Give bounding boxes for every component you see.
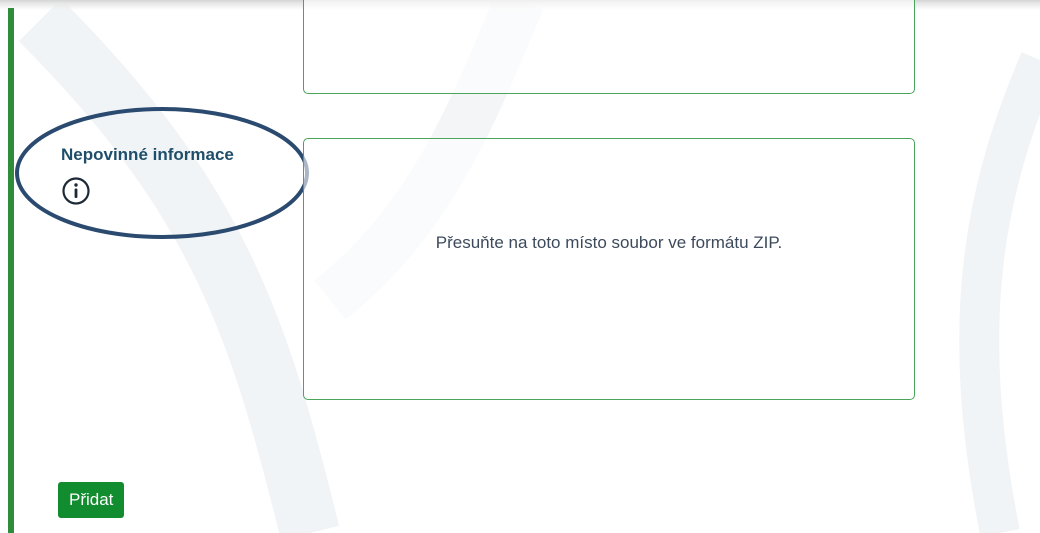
file-dropzone-previous[interactable] [303, 0, 915, 94]
dropzone-hint: Přesuňte na toto místo soubor ve formátu… [435, 233, 783, 252]
page: Nepovinné informace Přesuňte na toto mís… [0, 0, 1040, 533]
optional-info-label: Nepovinné informace [61, 145, 234, 164]
zip-file-dropzone[interactable]: Přesuňte na toto místo soubor ve formátu… [303, 138, 915, 400]
section-rail [8, 8, 14, 533]
info-icon[interactable] [60, 175, 92, 207]
annotation-highlight-ellipse [15, 107, 309, 239]
add-button[interactable]: Přidat [58, 482, 125, 518]
